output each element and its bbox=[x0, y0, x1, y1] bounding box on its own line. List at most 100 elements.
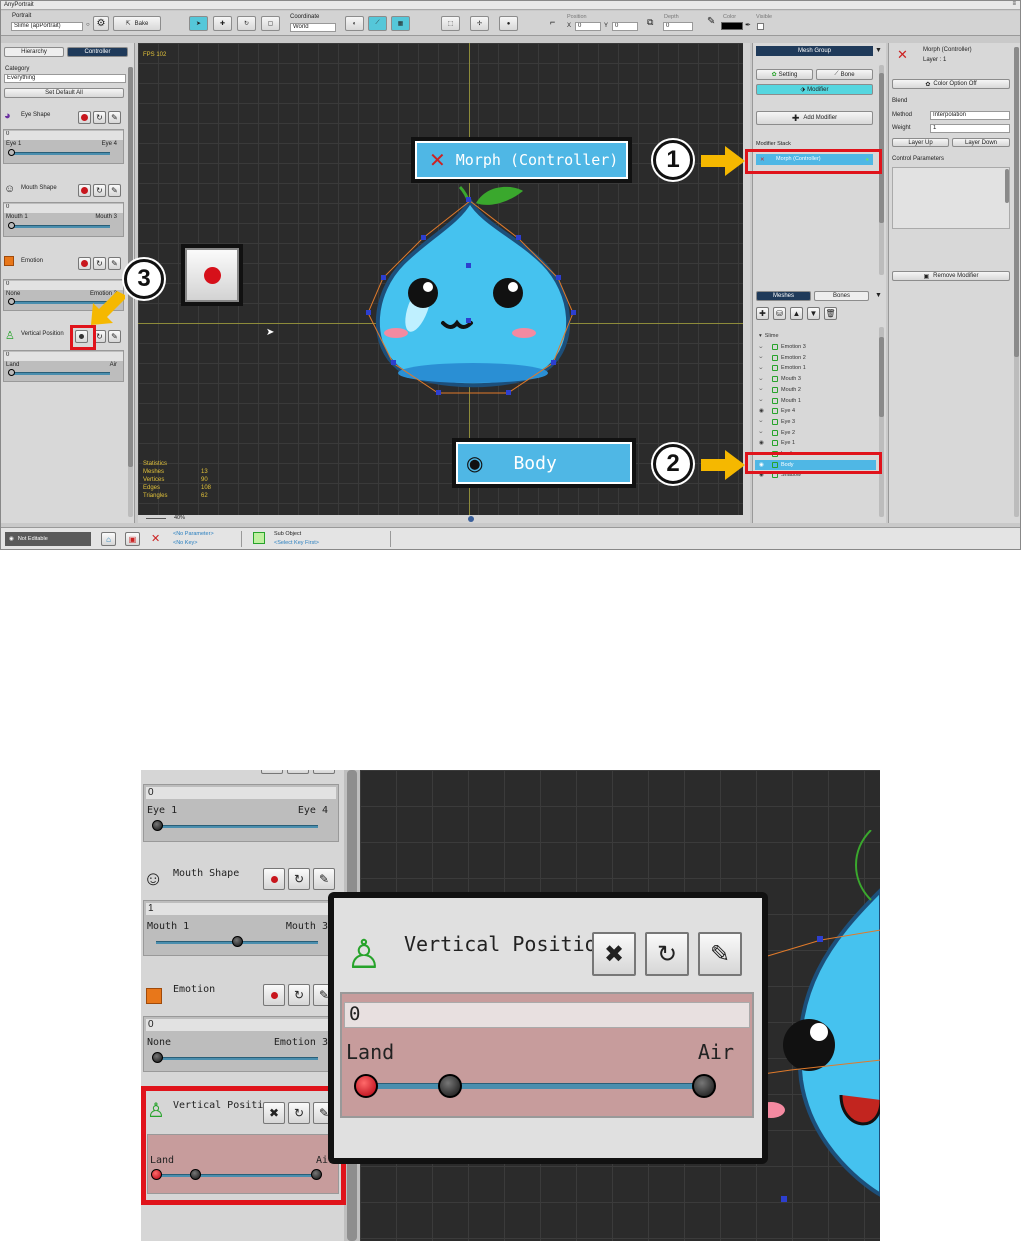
move-down-button[interactable]: ▼ bbox=[807, 307, 820, 320]
mesh-list-item[interactable]: ⌣ Emotion 2 bbox=[759, 353, 806, 363]
zoom-emotion-slider[interactable] bbox=[156, 1057, 318, 1060]
tab-bones[interactable]: Bones bbox=[814, 291, 869, 301]
delete-mesh-button[interactable]: 🗑 bbox=[824, 307, 837, 320]
add-mesh-button[interactable]: ✚ bbox=[756, 307, 769, 320]
param-mouth-shape-slider-knob[interactable] bbox=[8, 222, 15, 229]
depth-input[interactable]: 0 bbox=[663, 22, 693, 31]
mesh-list-item[interactable]: ⌣ Mouth 1 bbox=[759, 396, 801, 406]
param-mouth-shape-slider[interactable] bbox=[10, 225, 110, 228]
param-emotion-reset-button[interactable]: ↻ bbox=[93, 257, 106, 270]
eye-closed-icon[interactable]: ⌣ bbox=[759, 429, 769, 436]
tool-move-button[interactable]: ✚ bbox=[213, 16, 232, 31]
slime-character[interactable] bbox=[348, 183, 598, 403]
callout-vp-knob-air[interactable] bbox=[692, 1074, 716, 1098]
eye-closed-icon[interactable]: ⌣ bbox=[759, 418, 769, 425]
right-panel-scrollbar[interactable] bbox=[1014, 47, 1019, 517]
zoom-mouth-reset-button[interactable]: ↻ bbox=[288, 868, 310, 890]
mesh-layer-button[interactable]: ⛁ bbox=[773, 307, 786, 320]
callout-vp-edit-button[interactable]: ✎ bbox=[698, 932, 742, 976]
mesh-list-item[interactable]: ◉ Body bbox=[759, 460, 794, 470]
horizontal-scroll-thumb[interactable] bbox=[468, 516, 474, 522]
lock-button[interactable]: ▣ bbox=[125, 532, 140, 546]
add-modifier-button[interactable]: ✚ Add Modifier bbox=[756, 111, 873, 125]
zoom-reset-button-top[interactable] bbox=[287, 770, 309, 774]
not-editable-badge[interactable]: ◉ Not Editable bbox=[5, 532, 91, 546]
zoom-small-vp-slider[interactable] bbox=[156, 1174, 316, 1177]
tool-scale-button[interactable]: ▢ bbox=[261, 16, 280, 31]
modifier-button[interactable]: ⬗ Modifier bbox=[756, 84, 873, 95]
param-emotion-value-field[interactable]: 0 bbox=[4, 281, 123, 290]
mesh-list-item[interactable]: ⌣ Emotion 1 bbox=[759, 363, 806, 373]
bone-button[interactable]: ⟋ Bone bbox=[816, 69, 873, 80]
upper-scroll-thumb[interactable] bbox=[879, 73, 884, 223]
portrait-select[interactable]: Slime (apPortrait) bbox=[11, 22, 83, 31]
eye-closed-icon[interactable]: ⌣ bbox=[759, 397, 769, 404]
zoom-edit-button-top[interactable] bbox=[313, 770, 335, 774]
category-select[interactable]: Everything bbox=[4, 74, 126, 83]
right-scroll-thumb[interactable] bbox=[1014, 47, 1019, 357]
mesh-list-item[interactable]: ◉ Eye 4 bbox=[759, 406, 795, 416]
method-select[interactable]: Interpolation bbox=[930, 111, 1010, 120]
param-eye-shape-record-button[interactable] bbox=[78, 111, 91, 124]
zoom-eye-slider-knob[interactable] bbox=[152, 820, 163, 831]
tool-rotate-button[interactable]: ↻ bbox=[237, 16, 256, 31]
zoom-small-vp-knob-mid[interactable] bbox=[190, 1169, 201, 1180]
eye-icon[interactable]: ◉ bbox=[759, 462, 769, 468]
param-vertical-position-slider-knob[interactable] bbox=[8, 369, 15, 376]
position-y-input[interactable]: 0 bbox=[612, 22, 638, 31]
settings-button[interactable]: ⚙ bbox=[93, 16, 109, 31]
param-eye-shape-slider[interactable] bbox=[10, 152, 110, 155]
viewport-vertical-scrollbar[interactable] bbox=[743, 43, 750, 515]
param-vertical-position-slider[interactable] bbox=[10, 372, 110, 375]
zoom-mouth-edit-button[interactable]: ✎ bbox=[313, 868, 335, 890]
visible-checkbox[interactable] bbox=[757, 23, 764, 30]
setting-button[interactable]: ✿ Setting bbox=[756, 69, 813, 80]
position-x-input[interactable]: 0 bbox=[575, 22, 601, 31]
param-mouth-shape-value-field[interactable]: 0 bbox=[4, 204, 123, 213]
set-default-all-button[interactable]: Set Default All bbox=[4, 88, 124, 98]
zoom-emotion-value-field[interactable]: 0 bbox=[146, 1019, 336, 1031]
zoom-small-vp-reset-button[interactable]: ↻ bbox=[288, 1102, 310, 1124]
param-emotion-slider-knob[interactable] bbox=[8, 298, 15, 305]
param-eye-shape-edit-button[interactable]: ✎ bbox=[108, 111, 121, 124]
callout-vp-slider[interactable] bbox=[364, 1083, 704, 1089]
eye-closed-icon[interactable]: ⌣ bbox=[759, 365, 769, 372]
mesh-list-item[interactable]: ⌣ Eye 2 bbox=[759, 428, 795, 438]
bake-button[interactable]: ⇱ Bake bbox=[113, 16, 161, 31]
mesh-list-item[interactable]: ⌣ Eye 3 bbox=[759, 417, 795, 427]
zoom-slider[interactable] bbox=[146, 518, 166, 519]
eye-closed-icon[interactable]: ⌣ bbox=[759, 376, 769, 383]
zoom-mouth-value-field[interactable]: 1 bbox=[146, 903, 336, 915]
param-eye-shape-reset-button[interactable]: ↻ bbox=[93, 111, 106, 124]
zoom-record-button-top[interactable] bbox=[261, 770, 283, 774]
weight-input[interactable]: 1 bbox=[930, 124, 1010, 133]
control-parameters-list[interactable] bbox=[892, 167, 1010, 229]
mesh-tree-root[interactable]: ▾ Slime bbox=[759, 331, 779, 341]
edit-mode-button[interactable]: ⌂ bbox=[101, 532, 116, 546]
layer-up-button[interactable]: Layer Up bbox=[892, 138, 949, 147]
bone-view-button[interactable]: ⟋ bbox=[368, 16, 387, 31]
callout-vp-value-field[interactable]: 0 bbox=[344, 1002, 750, 1028]
tool-select-button[interactable]: ➤ bbox=[189, 16, 208, 31]
callout-vp-knob-mid[interactable] bbox=[438, 1074, 462, 1098]
param-mouth-shape-edit-button[interactable]: ✎ bbox=[108, 184, 121, 197]
mesh-list-item[interactable]: ◉ Eye 1 bbox=[759, 438, 795, 448]
zoom-emotion-record-button[interactable] bbox=[263, 984, 285, 1006]
zoom-small-vp-knob-land[interactable] bbox=[151, 1169, 162, 1180]
param-vertical-position-value-field[interactable]: 0 bbox=[4, 352, 123, 361]
param-vertical-position-edit-button[interactable]: ✎ bbox=[108, 330, 121, 343]
param-eye-shape-slider-knob[interactable] bbox=[8, 149, 15, 156]
zoom-eye-value-field[interactable]: 0 bbox=[146, 787, 336, 799]
mesh-group-dropdown-icon[interactable]: ▼ bbox=[875, 47, 882, 54]
mesh-list-item[interactable]: ⌣ Mouth 3 bbox=[759, 374, 801, 384]
layer-down-button[interactable]: Layer Down bbox=[952, 138, 1010, 147]
param-emotion-edit-button[interactable]: ✎ bbox=[108, 257, 121, 270]
mesh-group-lower-scrollbar[interactable] bbox=[879, 327, 884, 517]
viewport[interactable]: FPS 102 ✕ Morph (Controller) ◉ Body ➤ St… bbox=[138, 43, 743, 515]
zoom-small-vp-delete-button[interactable]: ✖ bbox=[263, 1102, 285, 1124]
param-mouth-shape-reset-button[interactable]: ↻ bbox=[93, 184, 106, 197]
window-menu-icon[interactable]: ≡ bbox=[1012, 1, 1016, 7]
pivot-button[interactable]: ✢ bbox=[470, 16, 489, 31]
eyedropper-icon[interactable]: ✒ bbox=[745, 21, 751, 29]
remove-modifier-button[interactable]: ▣ Remove Modifier bbox=[892, 271, 1010, 281]
